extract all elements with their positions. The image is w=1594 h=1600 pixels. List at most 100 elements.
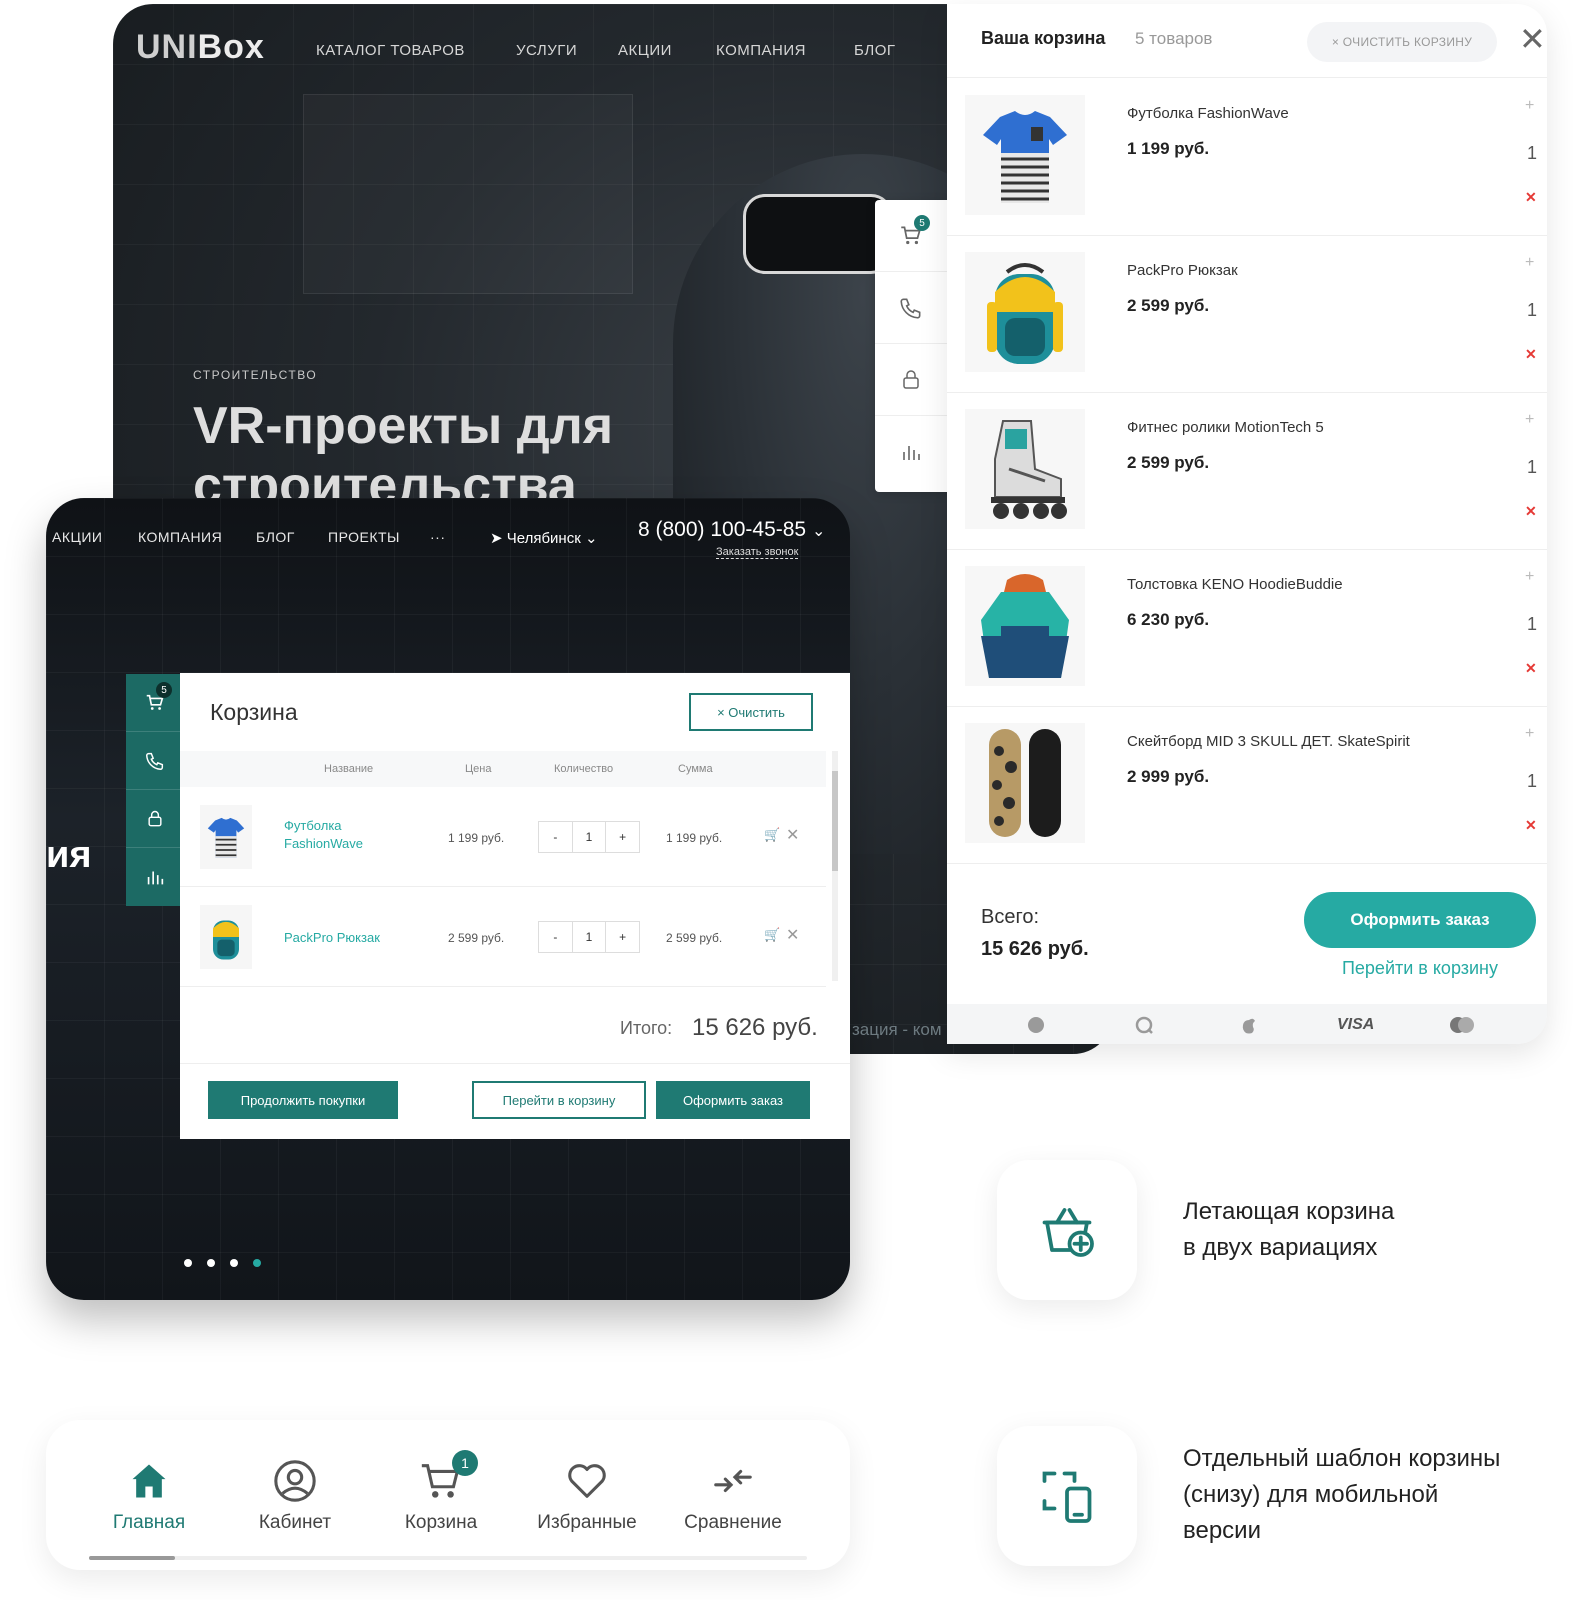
checkout-button[interactable]: Оформить заказ [656, 1081, 810, 1119]
lock-icon [903, 369, 919, 389]
compare-arrows-icon [714, 1469, 752, 1493]
clear-cart-button[interactable]: × ОЧИСТИТЬ КОРЗИНУ [1307, 22, 1497, 62]
tab-account[interactable]: Кабинет [222, 1456, 368, 1534]
nav-promo[interactable]: АКЦИИ [52, 529, 102, 545]
payment-strip: VISA [947, 1004, 1547, 1044]
scrollbar-thumb[interactable] [832, 771, 838, 871]
delete-icon[interactable]: ✕ [1525, 660, 1537, 677]
divider [180, 1063, 850, 1064]
increment-button[interactable]: + [606, 922, 639, 952]
product-name[interactable]: Фитнес ролики MotionTech 5 [1127, 419, 1324, 436]
nav-blog[interactable]: БЛОГ [854, 42, 895, 59]
delay-cart-icon[interactable]: 🛒 [764, 927, 780, 943]
nav-more[interactable]: ··· [430, 529, 446, 545]
tab-home[interactable]: Главная [76, 1456, 222, 1534]
plus-icon[interactable]: + [1525, 97, 1534, 115]
nav-projects[interactable]: ПРОЕКТЫ [328, 529, 400, 545]
go-to-cart-link[interactable]: Перейти в корзину [1304, 958, 1536, 979]
nav-services[interactable]: УСЛУГИ [516, 42, 577, 59]
slider-dot-active[interactable] [253, 1259, 261, 1267]
quantity-value[interactable]: 1 [573, 922, 607, 952]
clear-cart-button[interactable]: × Очистить [689, 693, 813, 731]
delete-icon[interactable]: ✕ [1525, 503, 1537, 520]
decrement-button[interactable]: - [539, 822, 573, 852]
plus-icon[interactable]: + [1525, 725, 1534, 743]
plus-icon[interactable]: + [1525, 568, 1534, 586]
tab-favorites[interactable]: Избранные [514, 1456, 660, 1534]
product-name-link[interactable]: PackPro Рюкзак [284, 929, 434, 947]
front-sidebar: 5 [126, 674, 183, 906]
sidebar-account-button[interactable] [875, 344, 947, 416]
quantity-value[interactable]: 1 [573, 822, 607, 852]
mastercard-icon [1450, 1017, 1474, 1033]
mobile-bottom-bar: Главная Кабинет 1 Корзина Избранные Срав… [46, 1420, 850, 1570]
product-image[interactable] [965, 409, 1085, 529]
tab-label: Кабинет [258, 1512, 332, 1533]
product-name[interactable]: Скейтборд MID 3 SKULL ДЕТ. SkateSpirit [1127, 733, 1410, 750]
sidebar-cart-button[interactable]: 5 [875, 200, 947, 272]
sidebar-compare-button[interactable] [126, 848, 183, 906]
sidebar-compare-button[interactable] [875, 416, 947, 488]
slider-dot[interactable] [230, 1259, 238, 1267]
total-label: Всего: [981, 906, 1039, 928]
plus-icon[interactable]: + [1525, 411, 1534, 429]
header-name: Название [324, 763, 374, 775]
row-sum: 2 599 руб. [666, 931, 723, 945]
slider-dot[interactable] [184, 1259, 192, 1267]
product-price: 2 999 руб. [1127, 767, 1210, 786]
continue-shopping-button[interactable]: Продолжить покупки [208, 1081, 398, 1119]
product-name-link[interactable]: Футболка FashionWave [284, 817, 404, 853]
tab-cart[interactable]: 1 Корзина [368, 1450, 514, 1534]
increment-button[interactable]: + [606, 822, 639, 852]
product-image[interactable] [200, 805, 252, 869]
chart-icon [147, 871, 163, 885]
side-cart-count: 5 товаров [1135, 29, 1213, 48]
product-name[interactable]: Толстовка KENO HoodieBuddie [1127, 576, 1343, 593]
product-image[interactable] [965, 252, 1085, 372]
slider-dots[interactable] [184, 1254, 276, 1272]
hero-display-panel [303, 94, 633, 294]
delay-cart-icon[interactable]: 🛒 [764, 827, 780, 843]
checkout-button[interactable]: Оформить заказ [1304, 892, 1536, 948]
go-to-cart-button[interactable]: Перейти в корзину [472, 1081, 646, 1119]
product-image[interactable] [965, 95, 1085, 215]
city-name: Челябинск [506, 530, 581, 547]
phone-number[interactable]: 8 (800) 100-45-85 ⌄ [638, 518, 825, 542]
logo[interactable]: UNIBox [136, 28, 265, 67]
sidebar-callback-button[interactable] [126, 732, 183, 790]
nav-catalog[interactable]: КАТАЛОГ ТОВАРОВ [316, 42, 465, 59]
close-icon[interactable]: ✕ [1519, 23, 1546, 55]
tab-label: Избранные [537, 1512, 637, 1533]
tab-compare[interactable]: Сравнение [660, 1456, 806, 1534]
side-cart-item: Толстовка KENO HoodieBuddie 6 230 руб. +… [947, 550, 1547, 707]
user-circle-icon [274, 1460, 316, 1502]
remove-icon[interactable]: ✕ [786, 825, 799, 845]
nav-company[interactable]: КОМПАНИЯ [138, 529, 222, 545]
sidebar-callback-button[interactable] [875, 272, 947, 344]
sidebar-account-button[interactable] [126, 790, 183, 848]
nav-blog[interactable]: БЛОГ [256, 529, 295, 545]
city-selector[interactable]: ➤ Челябинск ⌄ [490, 529, 598, 547]
remove-icon[interactable]: ✕ [786, 925, 799, 945]
product-image[interactable] [965, 723, 1085, 843]
backpack-icon [987, 263, 1063, 364]
product-image[interactable] [965, 566, 1085, 686]
sidebar-cart-button[interactable]: 5 [126, 674, 183, 732]
modal-cart: Корзина × Очистить Название Цена Количес… [180, 673, 850, 1139]
decrement-button[interactable]: - [539, 922, 573, 952]
phone-icon [900, 298, 921, 319]
slider-dot[interactable] [207, 1259, 215, 1267]
nav-company[interactable]: КОМПАНИЯ [716, 42, 806, 59]
mobile-devices-icon [1042, 1471, 1092, 1523]
delete-icon[interactable]: ✕ [1525, 817, 1537, 834]
product-image[interactable] [200, 905, 252, 969]
scrollbar[interactable] [832, 751, 838, 981]
callback-link[interactable]: Заказать звонок [716, 546, 799, 559]
delete-icon[interactable]: ✕ [1525, 189, 1537, 206]
nav-promo[interactable]: АКЦИИ [618, 42, 672, 59]
feature-flying-cart-box [997, 1160, 1137, 1300]
delete-icon[interactable]: ✕ [1525, 346, 1537, 363]
product-name[interactable]: PackPro Рюкзак [1127, 262, 1238, 279]
plus-icon[interactable]: + [1525, 254, 1534, 272]
product-name[interactable]: Футболка FashionWave [1127, 105, 1289, 122]
